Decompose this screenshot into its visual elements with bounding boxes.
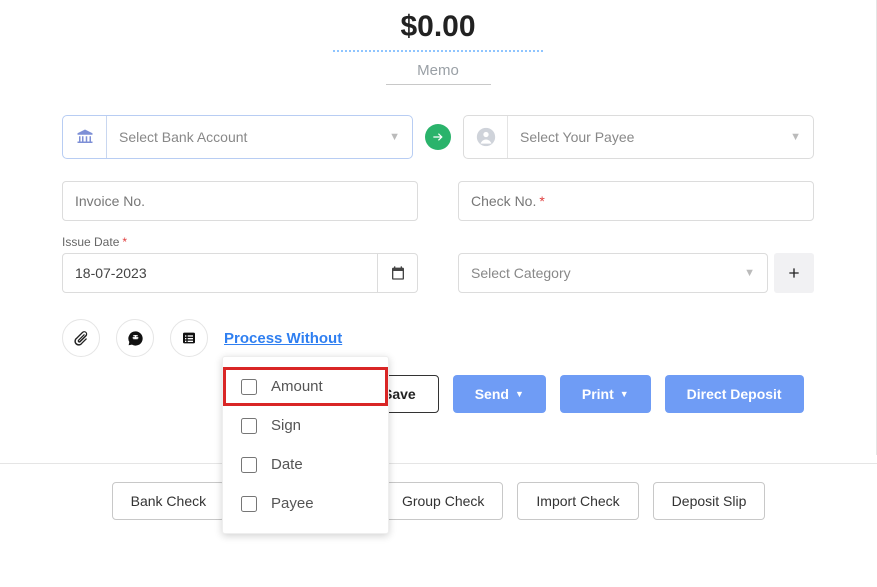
issue-date-label: Issue Date* (62, 235, 418, 249)
amount-underline (333, 50, 543, 52)
category-placeholder: Select Category (471, 265, 571, 281)
direct-deposit-button[interactable]: Direct Deposit (665, 375, 804, 413)
arrow-right-icon (425, 124, 451, 150)
process-without-amount[interactable]: Amount (223, 367, 388, 406)
add-category-button[interactable] (774, 253, 814, 293)
payee-placeholder: Select Your Payee (508, 129, 778, 145)
issue-date-input[interactable]: 18-07-2023 (62, 253, 378, 293)
invoice-no-input[interactable]: Invoice No. (62, 181, 418, 221)
payee-select[interactable]: Select Your Payee ▼ (463, 115, 814, 159)
memo-input[interactable]: Memo (386, 62, 491, 85)
process-without-popup: Amount Sign Date Payee (222, 356, 389, 534)
chevron-down-icon: ▼ (620, 389, 629, 399)
user-icon (464, 116, 508, 158)
chevron-down-icon: ▼ (377, 131, 412, 143)
process-without-date[interactable]: Date (223, 445, 388, 484)
check-no-input[interactable]: Check No. * (458, 181, 814, 221)
comment-button[interactable] (116, 319, 154, 357)
process-without-sign[interactable]: Sign (223, 406, 388, 445)
invoice-placeholder: Invoice No. (75, 193, 145, 209)
print-button[interactable]: Print▼ (560, 375, 651, 413)
bank-check-button[interactable]: Bank Check (112, 482, 225, 520)
date-checkbox[interactable] (241, 457, 257, 473)
calendar-icon[interactable] (378, 253, 418, 293)
payee-checkbox[interactable] (241, 496, 257, 512)
bottom-bar: Bank Check Multiple Check Group Check Im… (0, 463, 877, 538)
bank-placeholder: Select Bank Account (107, 129, 377, 145)
process-without-link[interactable]: Process Without (224, 330, 342, 347)
deposit-slip-button[interactable]: Deposit Slip (653, 482, 766, 520)
bank-account-select[interactable]: Select Bank Account ▼ (62, 115, 413, 159)
required-mark: * (539, 193, 544, 209)
check-placeholder: Check No. (471, 193, 536, 209)
process-without-payee[interactable]: Payee (223, 484, 388, 523)
attachment-button[interactable] (62, 319, 100, 357)
bank-icon (63, 116, 107, 158)
chevron-down-icon: ▼ (744, 267, 755, 279)
category-select[interactable]: Select Category ▼ (458, 253, 768, 293)
send-button[interactable]: Send▼ (453, 375, 546, 413)
group-check-button[interactable]: Group Check (383, 482, 503, 520)
sign-checkbox[interactable] (241, 418, 257, 434)
import-check-button[interactable]: Import Check (517, 482, 638, 520)
list-button[interactable] (170, 319, 208, 357)
chevron-down-icon: ▼ (515, 389, 524, 399)
amount-checkbox[interactable] (241, 379, 257, 395)
amount-value[interactable]: $0.00 (400, 10, 475, 44)
chevron-down-icon: ▼ (778, 131, 813, 143)
